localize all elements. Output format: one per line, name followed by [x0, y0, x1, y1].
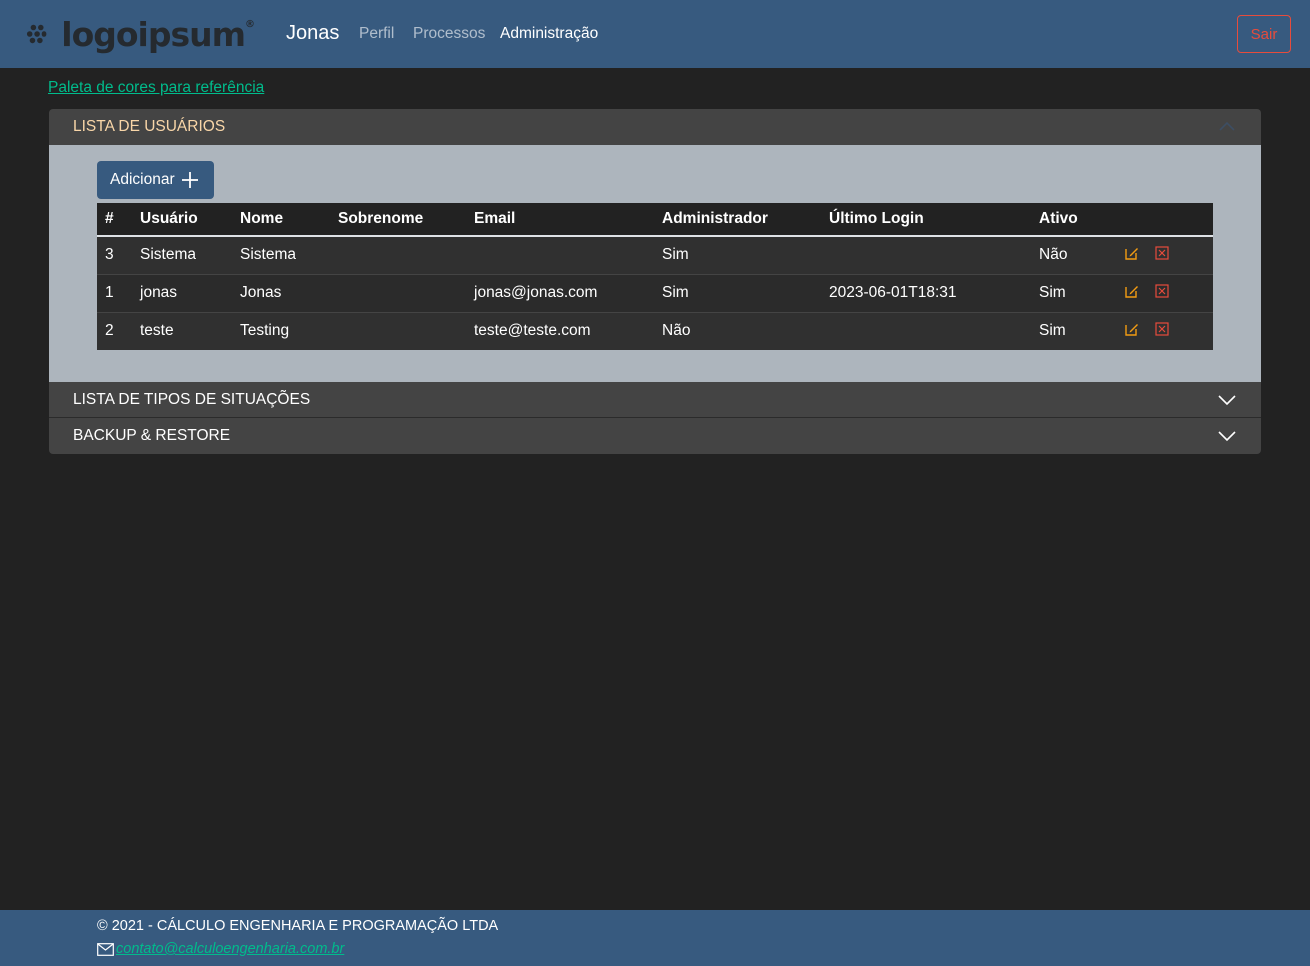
chevron-down-icon: [1218, 395, 1236, 406]
cell-ultimo-login: 2023-06-01T18:31: [829, 284, 957, 301]
table-row: 3 Sistema Sistema Sim Não: [97, 236, 1213, 274]
cell-nome: Sistema: [240, 246, 296, 264]
copyright-text: © 2021 - CÁLCULO ENGENHARIA E PROGRAMAÇÃ…: [97, 918, 499, 934]
cell-nome: Testing: [240, 322, 290, 340]
delete-icon[interactable]: [1155, 283, 1169, 298]
envelope-icon: [97, 942, 114, 956]
section-header-users[interactable]: LISTA DE USUÁRIOS: [49, 109, 1261, 145]
nav-link-administracao[interactable]: Administração: [500, 25, 598, 43]
column-header-administrador: Administrador: [654, 203, 821, 237]
cell-actions: [1113, 236, 1213, 274]
contact-row: contato@calculoengenharia.com.br: [97, 941, 344, 957]
cell-ativo: Sim: [1039, 322, 1066, 340]
logo[interactable]: logoipsum®: [26, 12, 255, 56]
delete-icon[interactable]: [1155, 322, 1169, 336]
column-header-actions: [1113, 203, 1213, 237]
cell-ultimo-login: [821, 312, 1031, 350]
chevron-down-icon: [1218, 431, 1236, 442]
column-header-id: #: [97, 203, 132, 237]
logo-text: logoipsum®: [61, 14, 255, 54]
cell-id: 2: [105, 322, 114, 340]
admin-accordion: LISTA DE USUÁRIOS Adicionar # Usuário No…: [49, 109, 1261, 454]
edit-icon[interactable]: [1125, 284, 1139, 298]
section-header-situacoes[interactable]: LISTA DE TIPOS DE SITUAÇÕES: [49, 382, 1261, 418]
cell-nome: Jonas: [240, 284, 282, 301]
nav-link-perfil[interactable]: Perfil: [359, 25, 394, 43]
column-header-nome: Nome: [232, 203, 330, 237]
cell-id: 1: [105, 284, 114, 301]
palette-reference-link[interactable]: Paleta de cores para referência: [48, 79, 264, 97]
edit-icon[interactable]: [1125, 322, 1139, 336]
column-header-ultimo-login: Último Login: [821, 203, 1031, 237]
cell-ultimo-login: [821, 236, 1031, 274]
cell-administrador: Sim: [662, 284, 689, 301]
table-row: 1 jonas Jonas jonas@jonas.com Sim 2023-0…: [97, 274, 1213, 312]
logo-mark-icon: [26, 24, 47, 44]
cell-administrador: Não: [662, 322, 691, 340]
cell-administrador: Sim: [662, 246, 689, 264]
cell-sobrenome: [330, 274, 466, 312]
add-user-button[interactable]: Adicionar: [97, 161, 214, 199]
table-header-row: # Usuário Nome Sobrenome Email Administr…: [97, 203, 1213, 237]
navbar: logoipsum® Jonas Perfil Processos Admini…: [0, 0, 1310, 68]
contact-email-link[interactable]: contato@calculoengenharia.com.br: [116, 941, 344, 957]
cell-id: 3: [105, 246, 114, 264]
cell-usuario: Sistema: [140, 246, 196, 264]
current-user-name[interactable]: Jonas: [286, 22, 339, 45]
cell-email: teste@teste.com: [474, 322, 591, 340]
section-title-backup: BACKUP & RESTORE: [73, 427, 231, 444]
plus-icon: [181, 172, 198, 188]
logout-button[interactable]: Sair: [1237, 15, 1291, 53]
nav-link-processos[interactable]: Processos: [413, 25, 485, 43]
add-user-label: Adicionar: [110, 171, 175, 188]
edit-icon[interactable]: [1125, 246, 1139, 260]
cell-ativo: Sim: [1039, 284, 1066, 301]
column-header-usuario: Usuário: [132, 203, 232, 237]
cell-usuario: jonas: [140, 284, 178, 301]
section-title-situacoes: LISTA DE TIPOS DE SITUAÇÕES: [73, 390, 311, 408]
cell-email: [466, 236, 654, 274]
column-header-sobrenome: Sobrenome: [330, 203, 466, 237]
chevron-up-icon: [1219, 121, 1235, 131]
column-header-email: Email: [466, 203, 654, 237]
cell-sobrenome: [330, 312, 466, 350]
section-title-users: LISTA DE USUÁRIOS: [73, 118, 226, 135]
section-header-backup[interactable]: BACKUP & RESTORE: [49, 418, 1261, 454]
cell-ativo: Não: [1039, 246, 1068, 264]
footer: © 2021 - CÁLCULO ENGENHARIA E PROGRAMAÇÃ…: [0, 910, 1310, 966]
delete-icon[interactable]: [1155, 246, 1169, 260]
cell-sobrenome: [330, 236, 466, 274]
table-row: 2 teste Testing teste@teste.com Não Sim: [97, 312, 1213, 350]
users-table: # Usuário Nome Sobrenome Email Administr…: [97, 203, 1213, 350]
cell-actions: [1113, 274, 1213, 312]
column-header-ativo: Ativo: [1031, 203, 1113, 237]
section-body-users: Adicionar # Usuário Nome Sobrenome Email…: [49, 145, 1261, 382]
cell-actions: [1113, 312, 1213, 350]
cell-email: jonas@jonas.com: [474, 284, 598, 301]
cell-usuario: teste: [140, 322, 174, 340]
